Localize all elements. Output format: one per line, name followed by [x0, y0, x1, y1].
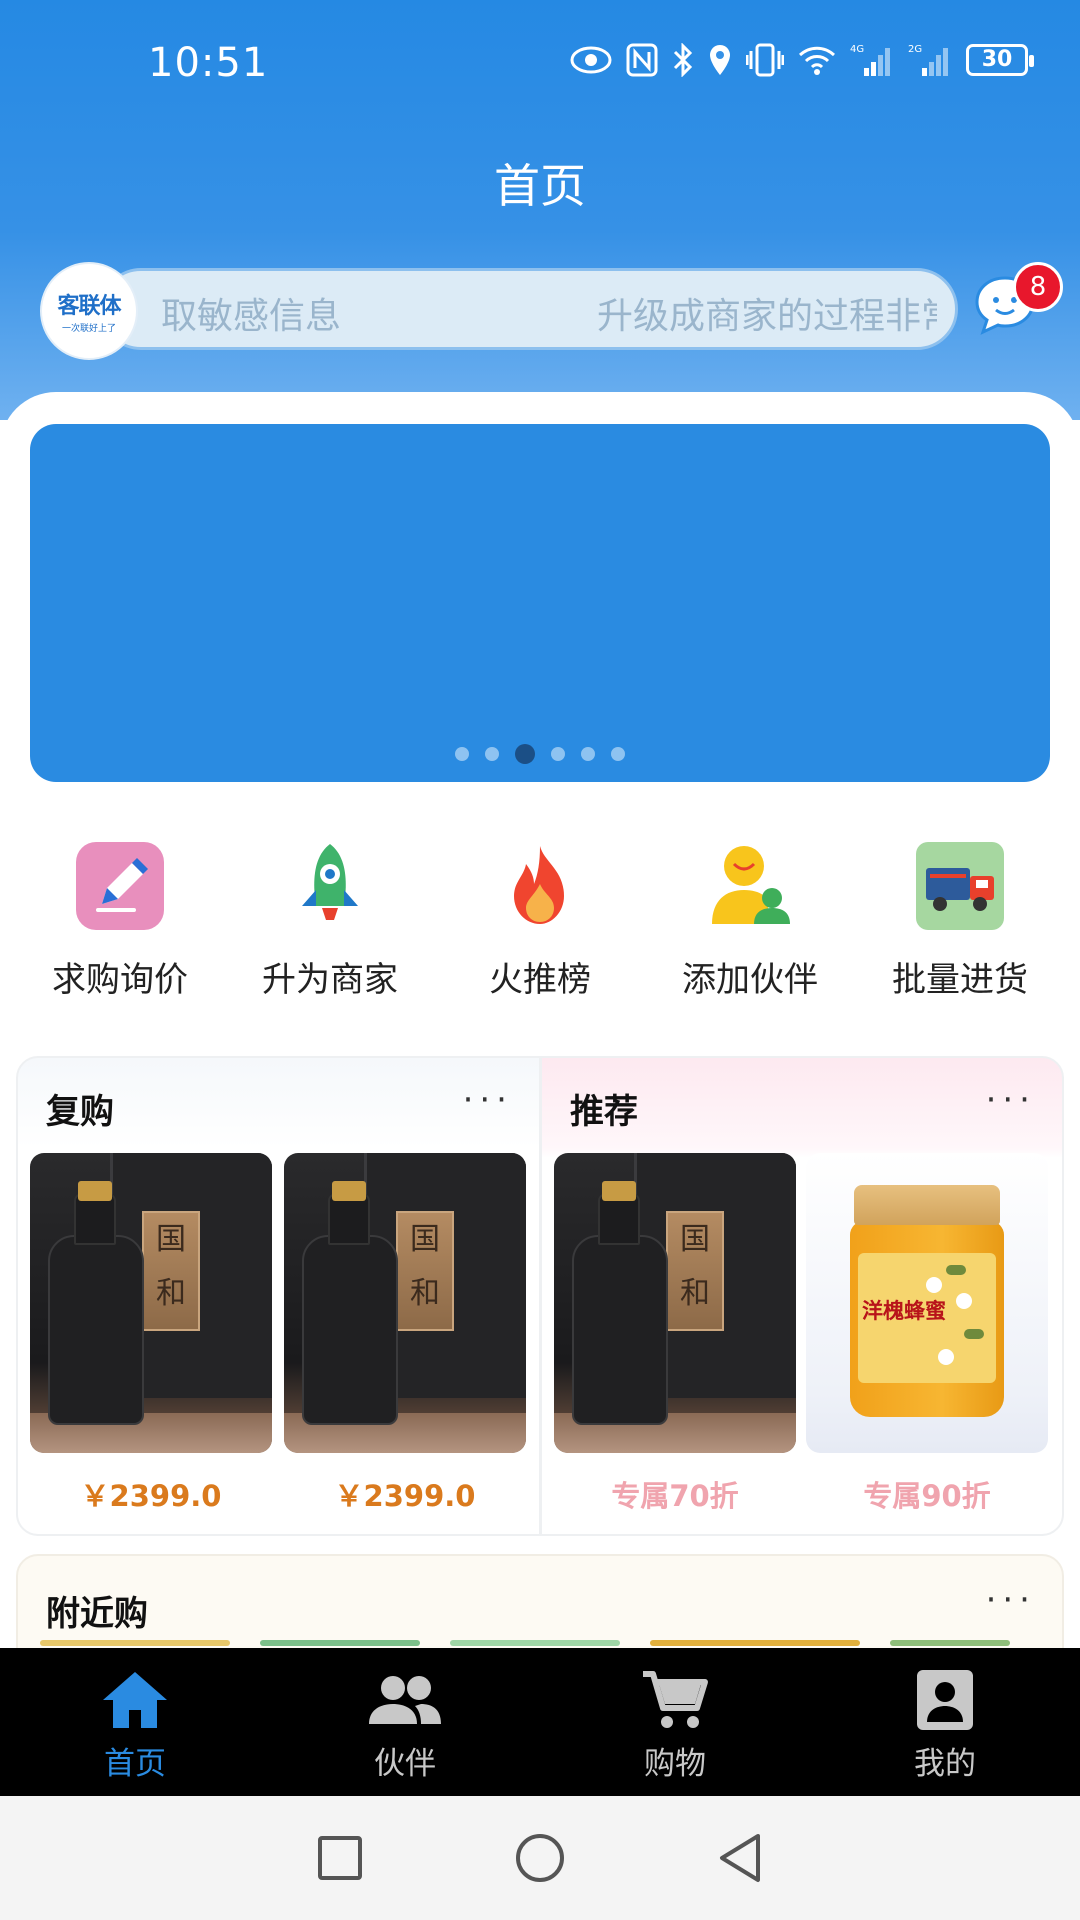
wine-bottle-image: 国和 — [30, 1153, 272, 1453]
nav-profile[interactable]: 我的 — [810, 1648, 1080, 1796]
location-icon — [710, 45, 730, 75]
plaque-text: 国和 — [410, 1222, 440, 1311]
honey-label-text: 洋槐蜂蜜 — [862, 1298, 946, 1323]
logo-subtext: 一次联好上了 — [61, 324, 116, 334]
add-partner-icon — [704, 840, 796, 932]
nav-label: 我的 — [914, 1746, 976, 1782]
section-title: 复购 — [46, 1092, 114, 1132]
quick-action-hot-list[interactable]: 火推榜 — [435, 840, 645, 1001]
bluetooth-icon — [673, 43, 693, 77]
status-icons: 4G 2G 30 — [570, 42, 1034, 78]
app-logo[interactable]: 客联体 一次联好上了 — [40, 262, 138, 360]
repurchase-section: 复购 ··· 国和 ￥2399.0 国和 ￥2399.0 — [16, 1056, 541, 1536]
more-button[interactable]: ··· — [986, 1580, 1036, 1620]
battery-icon: 30 — [966, 44, 1034, 76]
home-icon — [103, 1672, 167, 1728]
carousel-dot[interactable] — [455, 747, 469, 761]
pencil-icon — [74, 840, 166, 932]
truck-icon — [914, 840, 1006, 932]
recent-apps-icon[interactable] — [316, 1834, 364, 1882]
svg-text:4G: 4G — [850, 44, 864, 55]
carousel-dot[interactable] — [551, 747, 565, 761]
quick-action-label: 添加伙伴 — [682, 960, 818, 1000]
nav-label: 购物 — [644, 1746, 706, 1782]
signal-2g-icon: 2G — [908, 44, 948, 76]
carousel-dot[interactable] — [485, 747, 499, 761]
section-title: 推荐 — [570, 1092, 638, 1132]
carousel-dot[interactable] — [515, 744, 535, 764]
fire-icon — [494, 840, 586, 932]
discount-tag: 专属70折 — [611, 1479, 739, 1513]
quick-action-add-partner[interactable]: 添加伙伴 — [645, 840, 855, 1001]
quick-action-label: 求购询价 — [52, 960, 188, 1000]
logo-text: 客联体 — [57, 294, 121, 319]
back-icon[interactable] — [716, 1832, 764, 1884]
nav-shopping[interactable]: 购物 — [540, 1648, 810, 1796]
quick-action-label: 批量进货 — [892, 960, 1028, 1000]
discount-tag: 专属90折 — [863, 1479, 991, 1513]
quick-action-bulk-purchase[interactable]: 批量进货 — [855, 840, 1065, 1001]
product-price: ￥2399.0 — [80, 1479, 222, 1513]
profile-icon — [917, 1670, 973, 1730]
wifi-icon — [798, 46, 836, 75]
vibrate-icon — [746, 43, 784, 77]
bottom-navigation: 首页 伙伴 购物 我的 — [0, 1648, 1080, 1796]
system-navigation-bar — [0, 1796, 1080, 1920]
nav-partners[interactable]: 伙伴 — [270, 1648, 540, 1796]
nav-home[interactable]: 首页 — [0, 1648, 270, 1796]
product-card[interactable]: 国和 ￥2399.0 — [284, 1153, 526, 1515]
wine-bottle-image: 国和 — [284, 1153, 526, 1453]
notice-marquee[interactable]: 取敏感信息 升级成商家的过程非常 — [100, 268, 958, 350]
product-card[interactable]: 国和 专属70折 — [554, 1153, 796, 1515]
page-title: 首页 — [494, 159, 586, 213]
recommend-section: 推荐 ··· 国和 专属70折 洋槐蜂蜜 专属90折 — [540, 1056, 1064, 1536]
quick-action-label: 火推榜 — [489, 960, 591, 1000]
honey-jar-image: 洋槐蜂蜜 — [806, 1153, 1048, 1453]
quick-actions: 求购询价 升为商家 火推榜 添加伙伴 批量进货 — [0, 840, 1080, 1001]
eye-icon — [570, 46, 612, 74]
carousel-dot[interactable] — [611, 747, 625, 761]
quick-action-inquiry[interactable]: 求购询价 — [15, 840, 225, 1001]
rocket-icon — [284, 840, 376, 932]
product-price: ￥2399.0 — [334, 1479, 476, 1513]
plaque-text: 国和 — [680, 1222, 710, 1311]
partners-icon — [369, 1676, 441, 1724]
cart-icon — [643, 1671, 708, 1728]
product-card[interactable]: 洋槐蜂蜜 专属90折 — [806, 1153, 1048, 1515]
svg-text:2G: 2G — [908, 44, 922, 55]
quick-action-become-merchant[interactable]: 升为商家 — [225, 840, 435, 1001]
status-bar: 10:51 4G 2G 30 — [0, 0, 1080, 130]
home-circle-icon[interactable] — [514, 1832, 566, 1884]
marquee-text-left: 取敏感信息 — [161, 296, 342, 337]
carousel-dot[interactable] — [581, 747, 595, 761]
nav-label: 首页 — [104, 1746, 166, 1782]
signal-4g-icon: 4G — [850, 44, 890, 76]
wine-bottle-image: 国和 — [554, 1153, 796, 1453]
more-button[interactable]: ··· — [986, 1080, 1036, 1120]
nfc-icon — [626, 43, 658, 77]
message-count-badge: 8 — [1013, 262, 1063, 312]
section-title: 附近购 — [46, 1594, 148, 1634]
plaque-text: 国和 — [156, 1222, 186, 1311]
banner-carousel[interactable] — [30, 424, 1050, 782]
carousel-indicator — [30, 744, 1050, 764]
product-card[interactable]: 国和 ￥2399.0 — [30, 1153, 272, 1515]
status-time: 10:51 — [148, 40, 269, 86]
marquee-text-right: 升级成商家的过程非常 — [597, 296, 937, 337]
more-button[interactable]: ··· — [463, 1080, 513, 1120]
nav-label: 伙伴 — [374, 1746, 436, 1782]
quick-action-label: 升为商家 — [262, 960, 398, 1000]
